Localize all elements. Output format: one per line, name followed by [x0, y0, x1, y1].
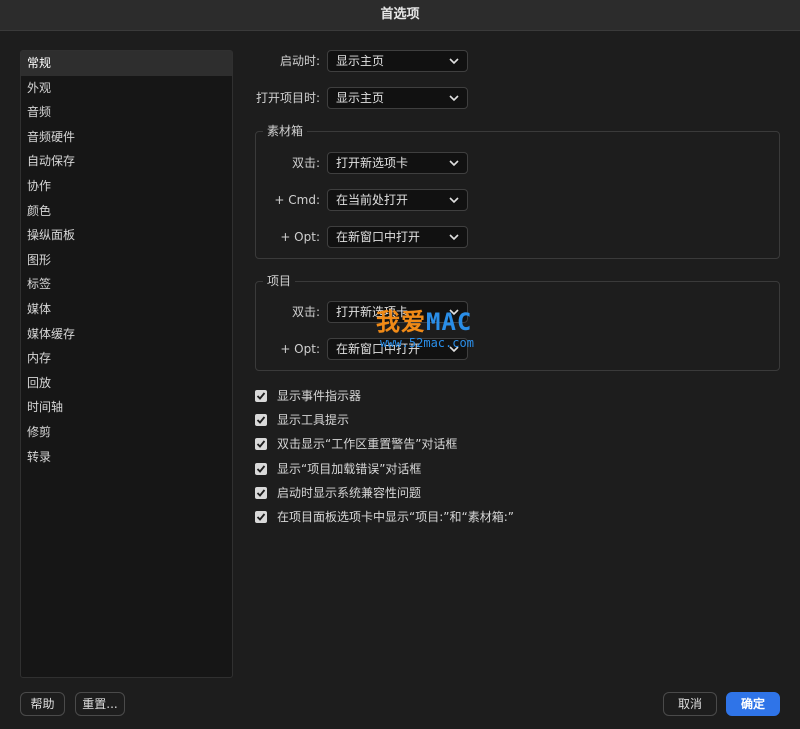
sidebar-item-graphics[interactable]: 图形	[21, 248, 232, 273]
checkmark-icon	[256, 416, 266, 424]
sidebar-item-memory[interactable]: 内存	[21, 346, 232, 371]
sidebar-item-media-cache[interactable]: 媒体缓存	[21, 322, 232, 347]
sidebar-item-transcription[interactable]: 转录	[21, 445, 232, 470]
project-opt-label: + Opt:	[280, 342, 320, 356]
bins-double-click-value: 打开新选项卡	[336, 156, 409, 170]
checkbox-checked[interactable]	[255, 511, 267, 523]
chevron-down-icon	[449, 234, 459, 241]
open-project-label: 打开项目时:	[255, 91, 320, 105]
bins-opt-value: 在新窗口中打开	[336, 230, 421, 244]
checkbox-label: 显示“项目加载错误”对话框	[277, 462, 422, 476]
checkbox-label: 显示工具提示	[277, 413, 350, 427]
checkbox-checked[interactable]	[255, 487, 267, 499]
sidebar-item-color[interactable]: 颜色	[21, 199, 232, 224]
bins-cmd-dropdown[interactable]: 在当前处打开	[327, 189, 468, 211]
project-opt-value: 在新窗口中打开	[336, 342, 421, 356]
sidebar-item-appearance[interactable]: 外观	[21, 76, 232, 101]
checkmark-icon	[256, 489, 266, 497]
open-project-dropdown[interactable]: 显示主页	[327, 87, 468, 109]
sidebar-item-audio[interactable]: 音频	[21, 100, 232, 125]
sidebar-item-media[interactable]: 媒体	[21, 297, 232, 322]
checkmark-icon	[256, 513, 266, 521]
bins-group-title: 素材箱	[263, 123, 308, 139]
chevron-down-icon	[449, 197, 459, 204]
bins-double-click-dropdown[interactable]: 打开新选项卡	[327, 152, 468, 174]
bins-double-click-label: 双击:	[291, 156, 320, 170]
category-list: 常规 外观 音频 音频硬件 自动保存 协作 颜色 操纵面板 图形 标签 媒体 媒…	[20, 50, 233, 678]
chevron-down-icon	[449, 160, 459, 167]
sidebar-item-timeline[interactable]: 时间轴	[21, 395, 232, 420]
checkbox-checked[interactable]	[255, 438, 267, 450]
project-double-click-dropdown[interactable]: 打开新选项卡	[327, 301, 468, 323]
bins-opt-label: + Opt:	[280, 230, 320, 244]
sidebar-item-labels[interactable]: 标签	[21, 272, 232, 297]
checkbox-label: 在项目面板选项卡中显示“项目:”和“素材箱:”	[277, 510, 514, 524]
checkmark-icon	[256, 465, 266, 473]
reset-button[interactable]: 重置...	[75, 692, 125, 716]
startup-label: 启动时:	[279, 54, 320, 68]
bins-cmd-label: + Cmd:	[274, 193, 320, 207]
checkbox-checked[interactable]	[255, 414, 267, 426]
ok-button[interactable]: 确定	[726, 692, 780, 716]
startup-dropdown[interactable]: 显示主页	[327, 50, 468, 72]
project-double-click-label: 双击:	[291, 305, 320, 319]
checkmark-icon	[256, 392, 266, 400]
sidebar-item-auto-save[interactable]: 自动保存	[21, 149, 232, 174]
window-title: 首选项	[0, 0, 800, 31]
checkbox-checked[interactable]	[255, 390, 267, 402]
sidebar-item-collaboration[interactable]: 协作	[21, 174, 232, 199]
checkbox-label: 启动时显示系统兼容性问题	[277, 486, 422, 500]
checkbox-checked[interactable]	[255, 463, 267, 475]
bins-opt-dropdown[interactable]: 在新窗口中打开	[327, 226, 468, 248]
chevron-down-icon	[449, 58, 459, 65]
help-button[interactable]: 帮助	[20, 692, 65, 716]
chevron-down-icon	[449, 346, 459, 353]
startup-value: 显示主页	[336, 54, 385, 68]
open-project-value: 显示主页	[336, 91, 385, 105]
project-opt-dropdown[interactable]: 在新窗口中打开	[327, 338, 468, 360]
checkbox-label: 显示事件指示器	[277, 389, 362, 403]
checkmark-icon	[256, 440, 266, 448]
checkbox-label: 双击显示“工作区重置警告”对话框	[277, 437, 458, 451]
sidebar-item-general[interactable]: 常规	[21, 51, 232, 76]
project-group-title: 项目	[263, 273, 296, 289]
cancel-button[interactable]: 取消	[663, 692, 717, 716]
sidebar-item-audio-hardware[interactable]: 音频硬件	[21, 125, 232, 150]
bins-cmd-value: 在当前处打开	[336, 193, 409, 207]
chevron-down-icon	[449, 95, 459, 102]
sidebar-item-control-surface[interactable]: 操纵面板	[21, 223, 232, 248]
sidebar-item-playback[interactable]: 回放	[21, 371, 232, 396]
chevron-down-icon	[449, 309, 459, 316]
project-double-click-value: 打开新选项卡	[336, 305, 409, 319]
sidebar-item-trim[interactable]: 修剪	[21, 420, 232, 445]
